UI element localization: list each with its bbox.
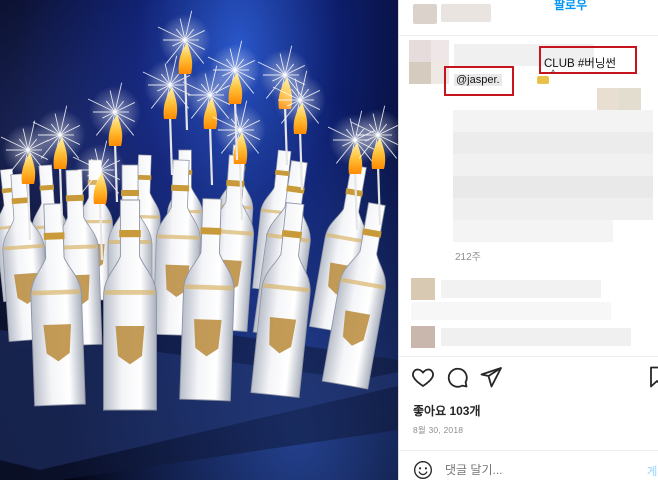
mention-link[interactable]: @jasper.	[454, 74, 502, 86]
comment-timestamp: 212주	[455, 252, 481, 263]
post-sidebar: 팔로우 @jasper. CLUB #버닝썬 ^ 212주 좋아요 103개 8…	[398, 0, 658, 480]
smile-icon[interactable]	[413, 460, 433, 480]
comment-block-blur	[453, 88, 653, 248]
heart-icon[interactable]	[411, 365, 435, 389]
action-bar	[399, 362, 658, 392]
caret-mark: ^	[551, 68, 556, 78]
likes-count[interactable]: 좋아요 103개	[413, 402, 481, 419]
bottles-illustration	[0, 10, 398, 480]
divider	[399, 356, 658, 357]
post-header: 팔로우	[399, 0, 658, 36]
comment-bar: 게	[399, 450, 658, 480]
post-comment-button[interactable]: 게	[647, 463, 657, 479]
comment-icon[interactable]	[445, 365, 469, 389]
post-date: 8월 30, 2018	[413, 425, 464, 435]
send-icon[interactable]	[479, 365, 503, 389]
comment-input[interactable]	[445, 463, 625, 477]
comment-row-blur	[411, 278, 631, 348]
post-photo[interactable]	[0, 0, 398, 480]
emoji-blur	[537, 76, 549, 84]
bookmark-icon[interactable]	[645, 365, 658, 389]
username-blur[interactable]	[441, 4, 491, 22]
caption-avatar-blur	[409, 40, 449, 88]
avatar[interactable]	[413, 4, 437, 24]
follow-button[interactable]: 팔로우	[554, 0, 587, 13]
